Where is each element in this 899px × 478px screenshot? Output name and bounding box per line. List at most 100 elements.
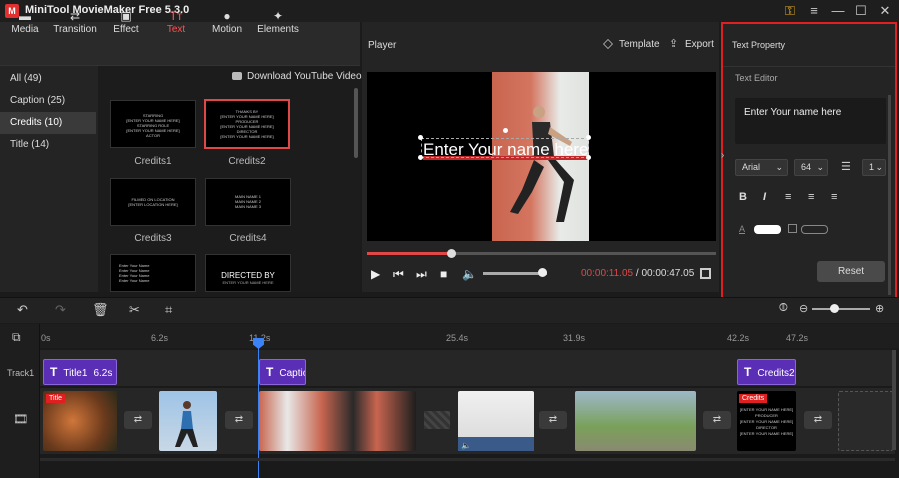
transition-slot[interactable]: ⇄ — [804, 411, 832, 429]
video-clip-3[interactable] — [259, 391, 416, 451]
tool-motion[interactable]: ● Motion — [202, 0, 252, 44]
zoom-in-icon[interactable]: ⊕ — [875, 302, 884, 315]
align-center-icon[interactable]: ≡ — [808, 191, 814, 203]
category-credits[interactable]: Credits (10) — [0, 112, 96, 134]
zoom-knob[interactable] — [830, 304, 839, 313]
credits2-thumb[interactable]: THANKS BY [ENTER YOUR NAME HERE] PRODUCE… — [204, 99, 290, 149]
property-title: Text Property — [732, 40, 786, 50]
chevron-down-icon: ⌄ — [875, 162, 883, 172]
caption-clip[interactable]: T Caption — [259, 359, 306, 385]
volume-icon: 🔈 — [461, 441, 471, 450]
transition-slot[interactable]: ⇄ — [703, 411, 731, 429]
tool-effect[interactable]: ▣ Effect — [101, 0, 151, 44]
divider — [723, 66, 895, 67]
download-youtube-button[interactable]: Download YouTube Videos — [247, 71, 367, 82]
rotate-handle[interactable] — [503, 128, 508, 133]
credits2-label: Credits2 — [228, 156, 266, 167]
prev-frame-icon[interactable]: ⏮ — [393, 267, 404, 282]
close-button[interactable]: ✕ — [875, 2, 895, 20]
key-icon[interactable]: ⚿ — [780, 2, 800, 20]
maximize-button[interactable]: ☐ — [851, 2, 871, 20]
transition-slot[interactable]: ⇄ — [225, 411, 253, 429]
volume-icon[interactable]: 🔈 — [462, 267, 477, 281]
resize-handle[interactable] — [418, 135, 423, 140]
credits6-thumb[interactable]: DIRECTED BY ENTER YOUR NAME HERE — [205, 254, 291, 292]
align-right-icon[interactable]: ≡ — [831, 191, 837, 203]
transition-slot[interactable]: ⇄ — [124, 411, 152, 429]
crop-icon[interactable]: ⌗ — [165, 302, 172, 318]
fullscreen-icon[interactable] — [700, 268, 711, 279]
empty-clip-slot[interactable] — [838, 391, 893, 451]
tool-elements[interactable]: ✦ Elements — [253, 0, 303, 44]
stop-icon[interactable]: ■ — [440, 267, 447, 281]
minimize-button[interactable]: — — [828, 2, 848, 20]
bold-button[interactable]: B — [739, 191, 747, 203]
effect-icon: ▣ — [120, 9, 132, 23]
delete-icon[interactable]: 🗑 — [92, 302, 109, 318]
zoom-fit-icon[interactable]: ⦷ — [779, 302, 788, 315]
resize-handle[interactable] — [418, 155, 423, 160]
time-ruler[interactable] — [40, 324, 899, 348]
video-clip-2[interactable] — [159, 391, 217, 451]
chevron-right-icon[interactable]: › — [721, 150, 724, 161]
align-left-icon[interactable]: ≡ — [785, 191, 791, 203]
preview-line: [ENTER YOUR NAME HERE] — [739, 431, 794, 436]
background-color-icon — [788, 224, 797, 233]
size-select[interactable]: 64 ⌄ — [794, 159, 828, 176]
resize-handle[interactable] — [586, 155, 591, 160]
clip-label: Title1 — [63, 368, 88, 379]
overlay-text[interactable]: Enter Your name here — [423, 140, 588, 160]
text-editor-input[interactable] — [735, 98, 886, 144]
credits5-thumb[interactable]: Enter Your Name Enter Your Name Enter Yo… — [110, 254, 196, 292]
tool-transition[interactable]: ⇄ Transition — [50, 0, 100, 44]
property-scrollbar[interactable] — [888, 95, 891, 295]
category-caption[interactable]: Caption (25) — [0, 90, 96, 112]
timeline-scrollbar[interactable] — [40, 458, 895, 461]
credits4-preview: MAIN NAME 1 MAIN NAME 2 MAIN NAME 3 — [206, 179, 290, 209]
font-select[interactable]: Arial ⌄ — [735, 159, 788, 176]
line-spacing-icon: ☰ — [841, 161, 851, 173]
credits4-thumb[interactable]: MAIN NAME 1 MAIN NAME 2 MAIN NAME 3 — [205, 178, 291, 226]
text-icon: Tт — [169, 9, 183, 23]
category-title[interactable]: Title (14) — [0, 134, 96, 156]
credits3-thumb[interactable]: FILMED ON LOCATION [ENTER LOCATION HERE] — [110, 178, 196, 226]
resize-handle[interactable] — [586, 135, 591, 140]
play-icon[interactable]: ▶ — [371, 267, 380, 281]
credits1-thumb[interactable]: STARRING [ENTER YOUR NAME HERE] STARRING… — [110, 100, 196, 148]
time-current: 00:00:11.05 — [581, 268, 634, 279]
text-color-icon: A — [739, 224, 746, 234]
video-clip-5[interactable] — [575, 391, 696, 451]
tool-media[interactable]: ▬ Media — [0, 0, 50, 44]
zoom-slider[interactable] — [812, 308, 870, 310]
category-all[interactable]: All (49) — [0, 68, 96, 90]
text-color-swatch[interactable] — [754, 225, 781, 234]
reset-button[interactable]: Reset — [817, 261, 885, 282]
menu-icon[interactable]: ≡ — [804, 2, 824, 20]
transition-slot[interactable]: ⇄ — [539, 411, 567, 429]
video-clip-1[interactable]: Title — [43, 391, 117, 451]
export-button[interactable]: Export — [685, 39, 714, 50]
split-icon[interactable]: ✂ — [129, 302, 140, 318]
line-spacing-select[interactable]: 1 ⌄ — [862, 159, 886, 176]
progress-knob[interactable] — [447, 249, 456, 258]
template-button[interactable]: Template — [619, 39, 660, 50]
undo-icon[interactable]: ↶ — [17, 302, 28, 318]
add-track-icon[interactable]: ⧉ — [12, 330, 21, 345]
next-frame-icon[interactable]: ⏭ — [416, 267, 427, 282]
transition-slot[interactable] — [424, 411, 450, 429]
export-icon: ⇪ — [669, 38, 679, 50]
background-color-swatch[interactable] — [801, 225, 828, 234]
timeline-vscrollbar[interactable] — [892, 350, 896, 450]
volume-knob[interactable] — [538, 268, 547, 277]
credits-video-clip[interactable]: Credits [ENTER YOUR NAME HERE] PRODUCER … — [737, 391, 796, 451]
italic-button[interactable]: I — [763, 191, 766, 203]
tool-text[interactable]: Tт Text — [151, 0, 201, 44]
redo-icon[interactable]: ↷ — [55, 302, 66, 318]
video-clip-4[interactable]: 🔈 — [458, 391, 534, 451]
library-scrollbar[interactable] — [354, 88, 358, 158]
title1-clip[interactable]: T Title1 6.2s — [43, 359, 117, 385]
credits2-clip[interactable]: T Credits2 — [737, 359, 796, 385]
text-editor-value[interactable]: Enter Your name here — [744, 107, 841, 118]
zoom-out-icon[interactable]: ⊖ — [799, 302, 808, 315]
video-track-icon: 🎞 — [13, 412, 29, 426]
